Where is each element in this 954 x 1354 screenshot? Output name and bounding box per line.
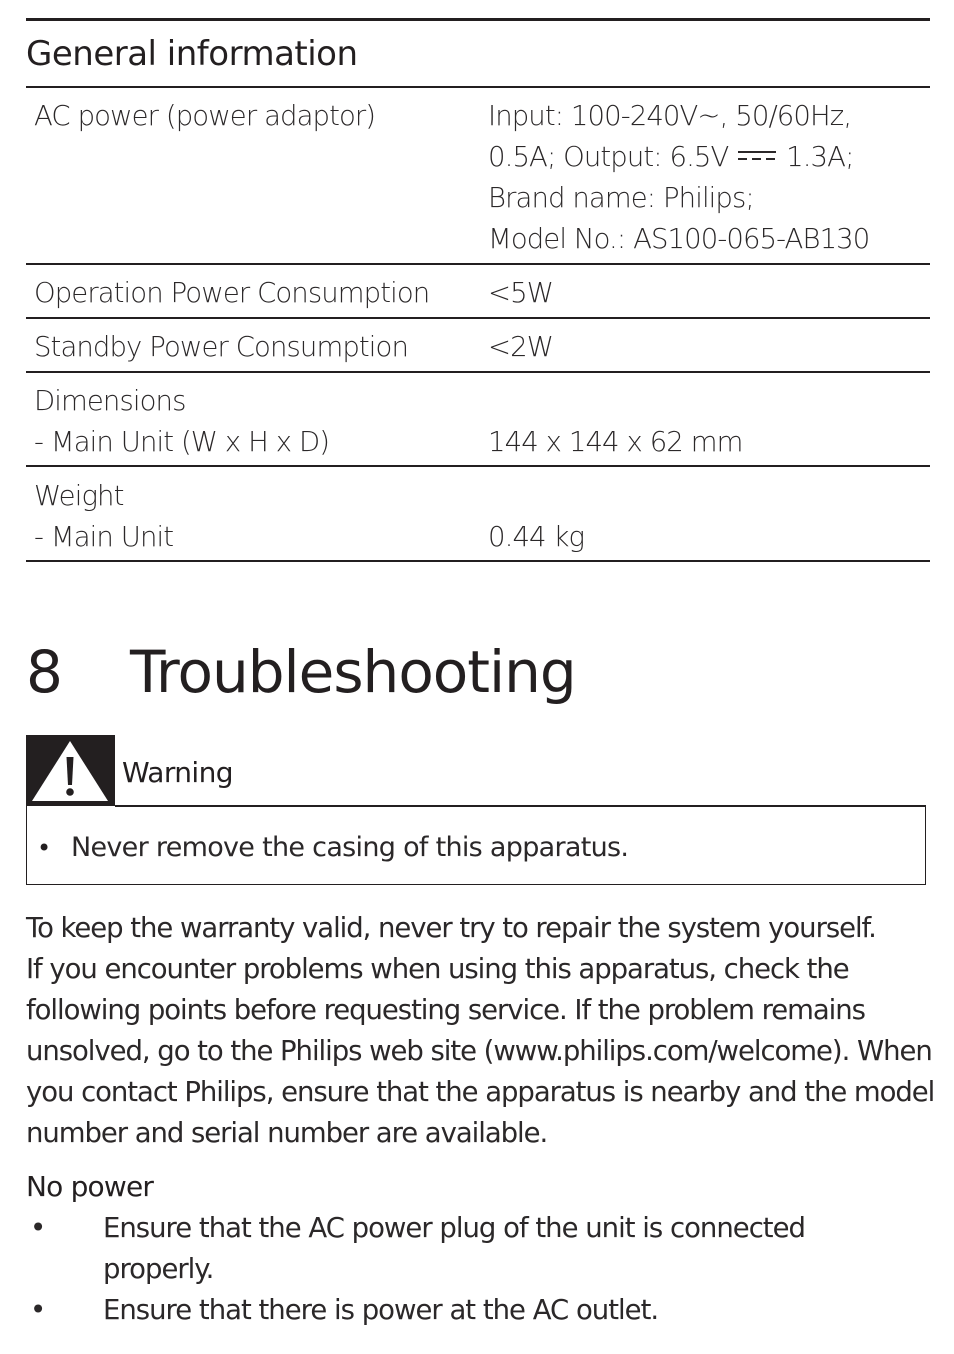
spec-value-line: Brand name: Philips; (488, 182, 755, 214)
chapter-title: Troubleshooting (130, 638, 577, 706)
spec-label: AC power (power adaptor) (34, 100, 376, 132)
no-power-list: • Ensure that the AC power plug of the u… (26, 1208, 930, 1331)
warning-triangle-icon (32, 741, 108, 801)
chapter-heading: 8 Troubleshooting (26, 636, 577, 708)
spec-sublabel: - Main Unit (34, 521, 174, 553)
table-rule (26, 465, 930, 467)
paragraph-line: you contact Philips, ensure that the app… (26, 1076, 935, 1108)
spec-value-line: Model No.: AS100-065-AB130 (488, 223, 870, 255)
warning-body: • Never remove the casing of this appara… (26, 806, 926, 885)
output-text-end: 1.3A; (778, 141, 854, 173)
list-item-line: properly. (103, 1253, 214, 1285)
warning-icon-block (26, 735, 115, 806)
table-rule (26, 317, 930, 319)
spec-value: 144 x 144 x 62 mm (488, 426, 743, 458)
spec-value-line: 0.5A; Output: 6.5V 1.3A; (488, 137, 854, 178)
list-item: • Ensure that the AC power plug of the u… (26, 1208, 930, 1290)
paragraph-line: following points before requesting servi… (26, 994, 866, 1026)
intro-paragraph: To keep the warranty valid, never try to… (26, 908, 935, 1154)
spec-label: Weight (34, 480, 124, 512)
spec-label: Operation Power Consumption (34, 277, 430, 309)
table-rule (26, 86, 930, 88)
paragraph-line: To keep the warranty valid, never try to… (26, 912, 877, 944)
bullet: • (30, 1294, 46, 1326)
chapter-number: 8 (26, 638, 63, 706)
spec-value: 0.44 kg (488, 521, 585, 553)
list-item-line: Ensure that there is power at the AC out… (103, 1294, 659, 1326)
table-rule (26, 263, 930, 265)
paragraph-line: unsolved, go to the Philips web site (ww… (26, 1035, 933, 1067)
spec-value: <5W (488, 277, 554, 309)
spec-value-line: Input: 100-240V~, 50/60Hz, (488, 100, 852, 132)
section-title: General information (26, 34, 358, 74)
warning-label: Warning (122, 756, 234, 789)
output-text: 0.5A; Output: 6.5V 1.3A; (488, 141, 854, 173)
paragraph-line: If you encounter problems when using thi… (26, 953, 850, 985)
spec-label: Standby Power Consumption (34, 331, 409, 363)
section-top-rule (26, 18, 930, 21)
paragraph-line: number and serial number are available. (26, 1117, 548, 1149)
bullet: • (30, 1212, 46, 1244)
output-text-start: 0.5A; Output: 6.5V (488, 141, 737, 173)
warning-item: Never remove the casing of this apparatu… (71, 832, 629, 863)
list-item: • Ensure that there is power at the AC o… (26, 1290, 930, 1331)
table-rule (26, 560, 930, 562)
list-item-line: Ensure that the AC power plug of the uni… (103, 1212, 806, 1244)
bullet: • (37, 834, 52, 862)
warning-box: Warning • Never remove the casing of thi… (26, 735, 926, 885)
spec-label: Dimensions (34, 385, 186, 417)
spec-sublabel: - Main Unit (W x H x D) (34, 426, 330, 458)
dc-symbol-icon (738, 151, 777, 165)
no-power-heading: No power (26, 1170, 154, 1203)
spec-value: <2W (488, 331, 554, 363)
table-rule (26, 371, 930, 373)
